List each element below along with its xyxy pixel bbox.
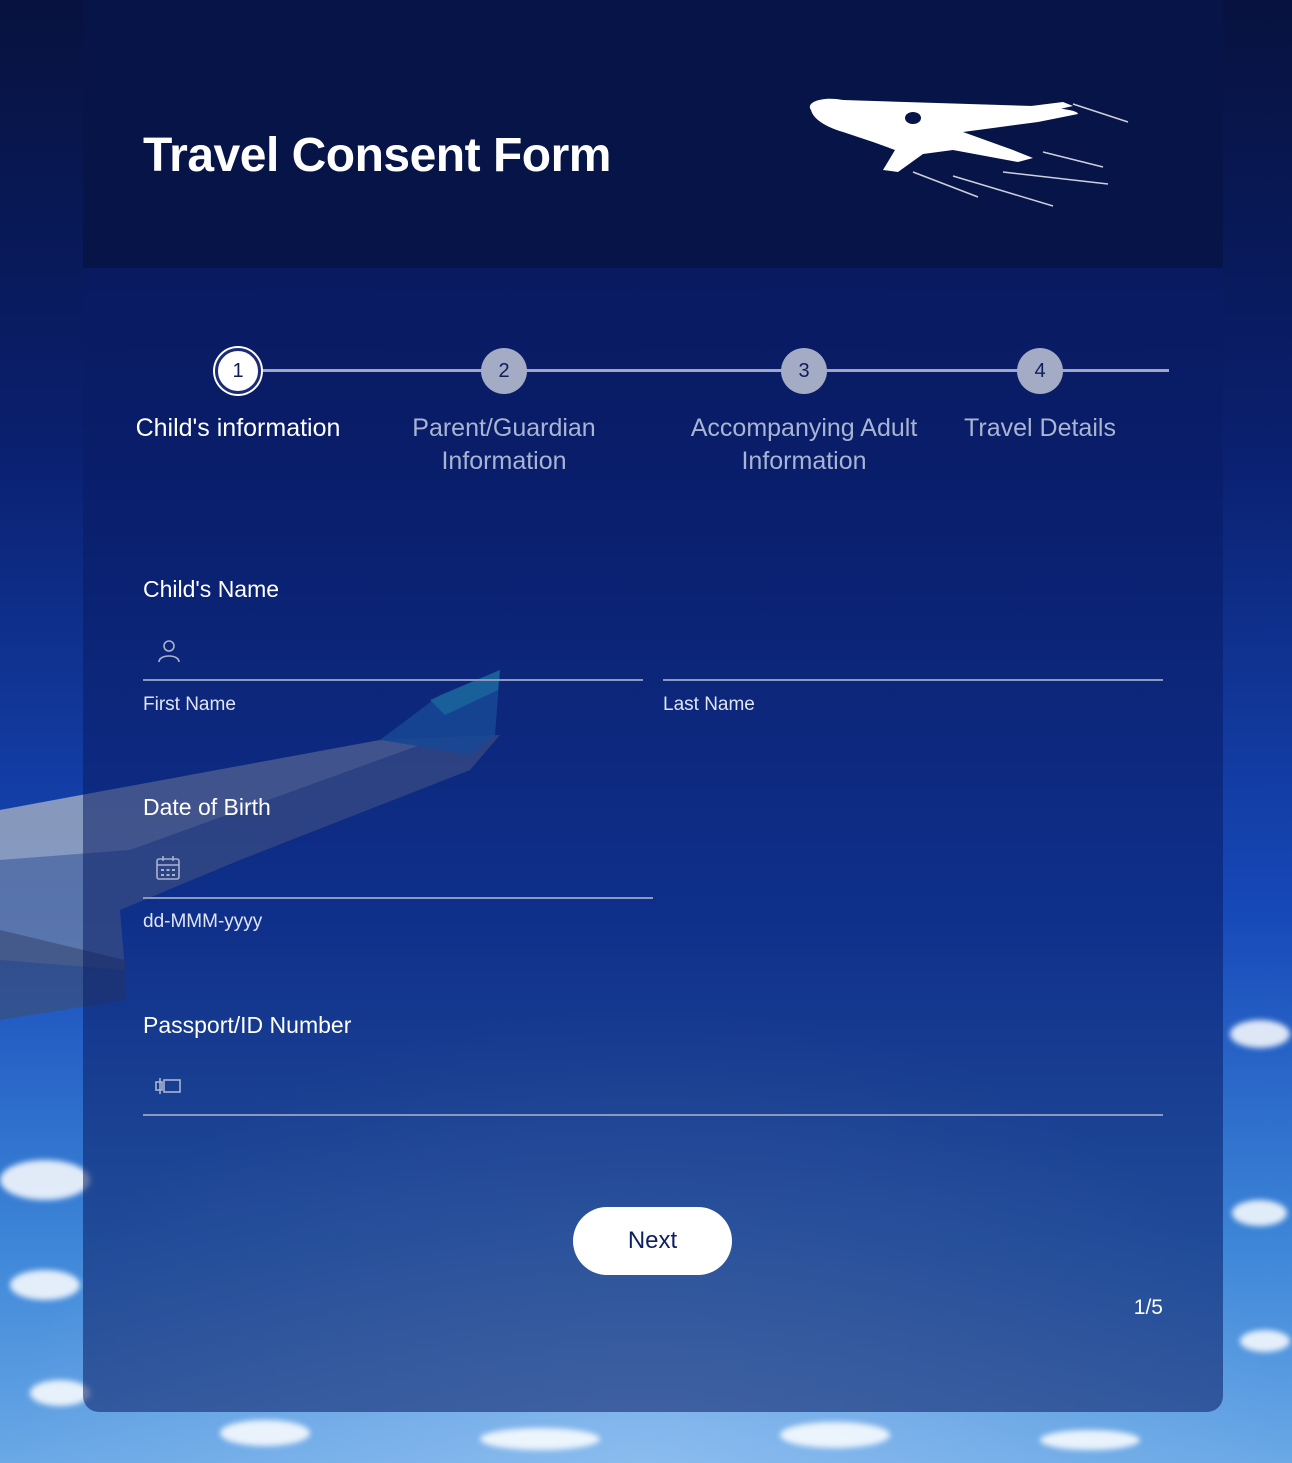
cloud [1230, 1020, 1290, 1048]
cloud [1232, 1200, 1287, 1226]
childs-name-label: Child's Name [143, 576, 280, 602]
passport-id-label: Passport/ID Number [143, 1012, 352, 1038]
cloud [10, 1270, 80, 1300]
cloud [780, 1422, 890, 1448]
form-title: Travel Consent Form [143, 129, 611, 182]
step-number: 4 [1017, 348, 1063, 394]
step-parent-guardian-information[interactable]: 2 Parent/Guardian Information [379, 348, 629, 478]
form-header: Travel Consent Form [83, 0, 1223, 268]
step-label: Parent/Guardian Information [412, 414, 596, 475]
cloud [30, 1380, 90, 1406]
cloud [220, 1420, 310, 1446]
last-name-sublabel: Last Name [663, 694, 755, 715]
airplane-icon [809, 98, 1129, 207]
next-button[interactable]: Next [573, 1207, 732, 1275]
first-name-sublabel: First Name [143, 694, 236, 715]
cloud [1240, 1330, 1290, 1352]
step-label: Child's information [135, 414, 341, 442]
step-label: Travel Details [964, 414, 1116, 442]
cloud [0, 1160, 90, 1200]
page-counter: 1/5 [1133, 1296, 1163, 1319]
step-childs-information[interactable]: 1 Child's information [113, 348, 363, 445]
calendar-icon [156, 856, 180, 880]
cloud [480, 1428, 600, 1450]
step-number: 1 [215, 348, 261, 394]
date-format-sublabel: dd-MMM-yyyy [143, 911, 263, 932]
first-name-input[interactable] [143, 629, 643, 681]
user-icon [158, 640, 180, 663]
last-name-input[interactable] [663, 629, 1163, 681]
passport-id-input[interactable] [143, 1064, 1163, 1116]
step-label: Accompanying Adult Information [690, 414, 918, 475]
progress-steps: 1 Child's information 2 Parent/Guardian … [83, 348, 1223, 488]
step-number: 2 [481, 348, 527, 394]
form-card: Travel Consent Form 1 Child's informatio… [83, 0, 1223, 1412]
step-number: 3 [781, 348, 827, 394]
id-card-icon [155, 1078, 181, 1094]
step-travel-details[interactable]: 4 Travel Details [915, 348, 1165, 445]
cloud [1040, 1430, 1140, 1450]
step-accompanying-adult-information[interactable]: 3 Accompanying Adult Information [679, 348, 929, 478]
date-of-birth-label: Date of Birth [143, 794, 271, 820]
date-of-birth-input[interactable] [143, 847, 653, 899]
